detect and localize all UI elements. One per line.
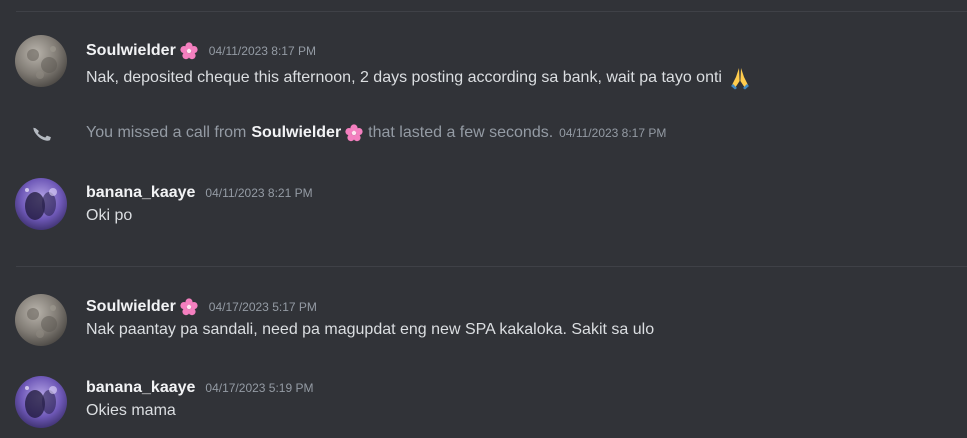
avatar[interactable]	[15, 294, 67, 346]
avatar[interactable]	[15, 35, 67, 87]
missed-call-suffix: that lasted a few seconds.	[368, 124, 554, 141]
message-content: Okies mama	[86, 402, 176, 420]
phone-missed-icon	[33, 127, 51, 141]
message-header: banana_kaaye 04/17/2023 5:19 PM	[86, 377, 314, 399]
message-header: Soulwielder 04/17/2023 5:17 PM	[86, 296, 317, 318]
cherry-blossom-icon	[179, 297, 199, 317]
message-divider	[16, 11, 967, 12]
message-text: Nak, deposited cheque this afternoon, 2 …	[86, 69, 722, 86]
message-content: Oki po	[86, 207, 132, 225]
message-text: Okies mama	[86, 402, 176, 419]
cherry-blossom-icon	[179, 41, 199, 61]
message-header: banana_kaaye 04/11/2023 8:21 PM	[86, 182, 313, 204]
cherry-blossom-icon	[344, 123, 364, 143]
folded-hands-icon[interactable]	[727, 65, 753, 91]
missed-call-prefix: You missed a call from	[86, 124, 247, 141]
avatar[interactable]	[15, 178, 67, 230]
chat-log: Soulwielder 04/11/2023 8:17 PM Nak, depo…	[0, 0, 967, 438]
message-timestamp[interactable]: 04/11/2023 8:21 PM	[205, 186, 312, 200]
avatar[interactable]	[15, 376, 67, 428]
username[interactable]: Soulwielder	[86, 298, 176, 316]
username[interactable]: Soulwielder	[251, 124, 341, 142]
message-text: Oki po	[86, 207, 133, 224]
message-timestamp[interactable]: 04/17/2023 5:17 PM	[209, 300, 317, 314]
message-content: Nak paantay pa sandali, need pa magupdat…	[86, 321, 654, 339]
message-timestamp[interactable]: 04/17/2023 5:19 PM	[205, 381, 313, 395]
message-timestamp[interactable]: 04/11/2023 8:17 PM	[209, 44, 316, 58]
username[interactable]: banana_kaaye	[86, 184, 195, 202]
date-divider	[16, 266, 967, 267]
missed-call-message: You missed a call from Soulwielder that …	[86, 122, 666, 144]
username[interactable]: Soulwielder	[86, 42, 176, 60]
message-timestamp[interactable]: 04/11/2023 8:17 PM	[559, 126, 666, 140]
message-header: Soulwielder 04/11/2023 8:17 PM	[86, 40, 316, 62]
username[interactable]: banana_kaaye	[86, 379, 195, 397]
message-content: Nak, deposited cheque this afternoon, 2 …	[86, 65, 753, 91]
message-text: Nak paantay pa sandali, need pa magupdat…	[86, 321, 655, 338]
